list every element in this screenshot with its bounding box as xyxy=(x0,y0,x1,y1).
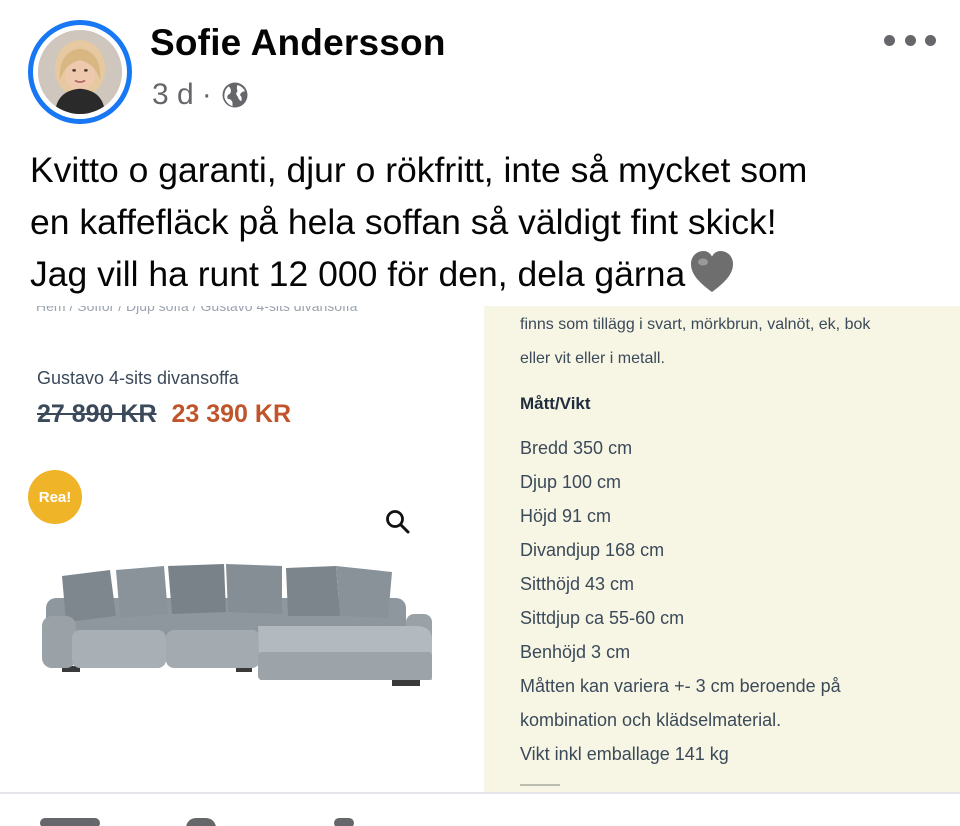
old-price: 27 890 KR xyxy=(37,400,157,428)
post-text: Kvitto o garanti, djur o rökfritt, inte … xyxy=(30,144,940,300)
spec-line: Vikt inkl emballage 141 kg xyxy=(520,744,729,764)
divider xyxy=(0,792,960,794)
spec-heading: Mått/Vikt xyxy=(520,394,591,413)
like-button[interactable] xyxy=(40,818,100,826)
specs-panel: finns som tillägg i svart, mörkbrun, val… xyxy=(484,306,960,792)
spec-line: Bredd 350 cm xyxy=(520,438,633,458)
magnifier-icon xyxy=(386,510,410,534)
spec-line: kombination och klädselmaterial. xyxy=(520,710,782,730)
avatar[interactable] xyxy=(28,20,132,124)
meta-separator: · xyxy=(201,78,212,111)
spec-line: Höjd 91 cm xyxy=(520,506,612,526)
globe-icon[interactable] xyxy=(220,80,250,110)
sale-price: 23 390 KR xyxy=(171,400,292,428)
post-text-line: Kvitto o garanti, djur o rökfritt, inte … xyxy=(30,150,808,190)
post-time[interactable]: 3 d xyxy=(152,78,194,112)
spec-line: Benhöjd 3 cm xyxy=(520,642,631,662)
avatar-photo xyxy=(38,30,122,114)
post-text-line: Jag vill ha runt 12 000 för den, dela gä… xyxy=(30,254,686,294)
more-dots-icon xyxy=(884,34,895,46)
comment-button[interactable] xyxy=(186,818,216,826)
product-panel: Hem / Soffor / Djup soffa / Gustavo 4-si… xyxy=(0,306,484,792)
post-header: Sofie Andersson 3 d · xyxy=(0,0,960,130)
spec-intro: eller vit eller i metall. xyxy=(520,350,665,367)
price-row: 27 890 KR 23 390 KR xyxy=(37,400,291,429)
spec-line: Djup 100 cm xyxy=(520,472,622,492)
spec-line: Sittdjup ca 55-60 cm xyxy=(520,608,685,628)
spec-intro: finns som tillägg i svart, mörkbrun, val… xyxy=(520,316,871,333)
author-name[interactable]: Sofie Andersson xyxy=(150,22,446,64)
more-dots-icon xyxy=(925,34,936,46)
post-image[interactable]: Hem / Soffor / Djup soffa / Gustavo 4-si… xyxy=(0,306,960,792)
post-meta: 3 d · xyxy=(152,78,250,112)
share-button[interactable] xyxy=(334,818,354,826)
spec-line: Måtten kan variera +- 3 cm beroende på xyxy=(520,676,841,696)
breadcrumb: Hem / Soffor / Djup soffa / Gustavo 4-si… xyxy=(36,306,358,314)
product-name: Gustavo 4-sits divansoffa xyxy=(37,368,239,388)
post-text-line: en kaffefläck på hela soffan så väldigt … xyxy=(30,202,777,242)
more-options-button[interactable] xyxy=(884,28,936,52)
spec-line: Divandjup 168 cm xyxy=(520,540,665,560)
grey-heart-icon xyxy=(691,251,734,292)
spec-line: Sitthöjd 43 cm xyxy=(520,574,635,594)
sofa-image xyxy=(42,564,432,686)
avatar-image xyxy=(38,30,122,114)
more-dots-icon xyxy=(904,34,916,46)
cut-off-text xyxy=(520,784,560,787)
post-text-line-last: Jag vill ha runt 12 000 för den, dela gä… xyxy=(30,248,940,300)
sale-badge: Rea! xyxy=(28,470,82,524)
